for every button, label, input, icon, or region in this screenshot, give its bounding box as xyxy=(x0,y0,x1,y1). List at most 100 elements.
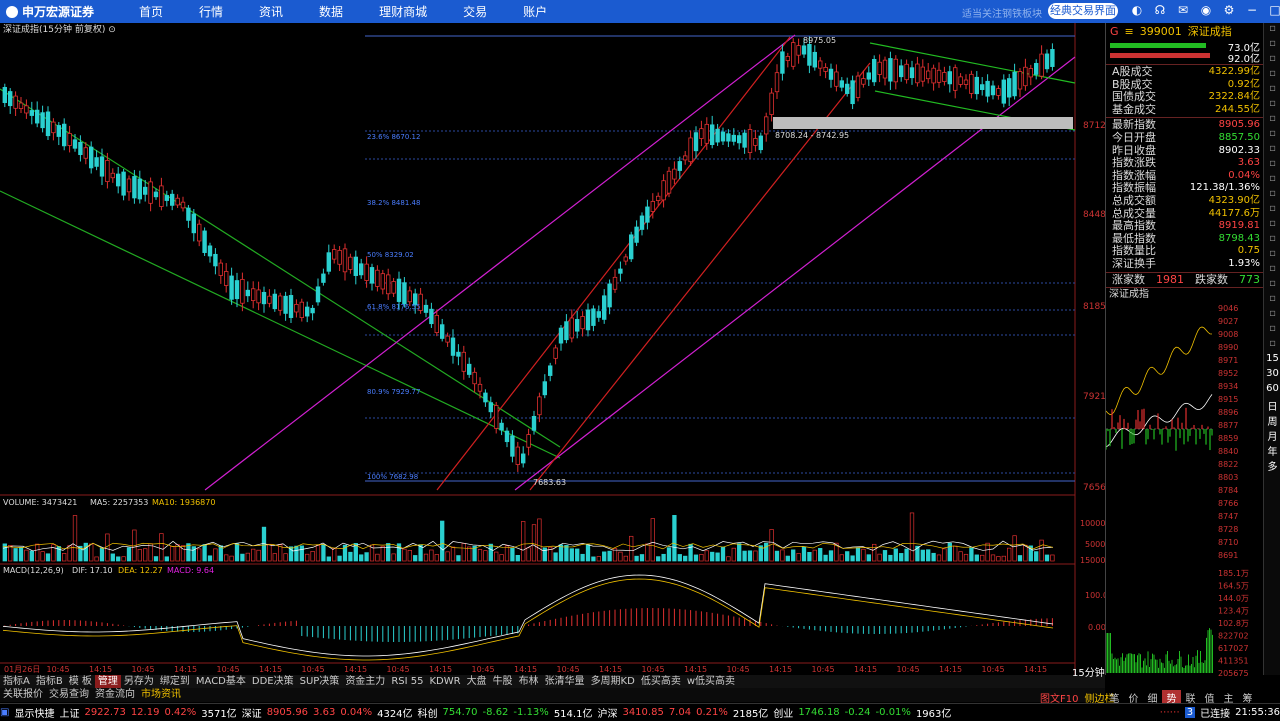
ticker-tip[interactable]: 适当关注钢铁板块 xyxy=(962,5,1042,20)
right-panel-tab[interactable]: 主 xyxy=(1219,690,1238,705)
tool-icon[interactable]: ▫ xyxy=(1264,308,1280,323)
candle xyxy=(299,301,304,318)
classic-trade-button[interactable]: 经典交易界面 xyxy=(1048,3,1118,19)
indicator-tab[interactable]: 管理 xyxy=(94,675,121,688)
candle xyxy=(407,290,412,303)
indicator-tab[interactable]: 模 板 xyxy=(66,675,95,688)
tool-icon[interactable]: ▫ xyxy=(1264,263,1280,278)
period-button[interactable]: 30 xyxy=(1264,368,1280,383)
time-tick: 10:45 xyxy=(727,665,750,674)
tool-icon[interactable]: ▫ xyxy=(1264,128,1280,143)
right-panel-tab[interactable]: 联 xyxy=(1181,690,1200,705)
tool-icon[interactable]: ▫ xyxy=(1264,38,1280,53)
app-logo-icon[interactable]: ▣ xyxy=(0,707,9,718)
indicator-tab[interactable]: 布林 xyxy=(516,675,542,688)
tool-icon[interactable]: ▫ xyxy=(1264,233,1280,248)
menu-item[interactable]: 账户 xyxy=(505,3,565,20)
period-button[interactable]: 15 xyxy=(1264,353,1280,368)
menu-item[interactable]: 理财商城 xyxy=(361,3,445,20)
menu-item[interactable]: 交易 xyxy=(445,3,505,20)
tool-icon[interactable]: ▫ xyxy=(1264,23,1280,38)
period-button[interactable]: 日 xyxy=(1264,398,1280,413)
indicator-tab[interactable]: 牛股 xyxy=(490,675,516,688)
indicator-tab[interactable]: 指标B xyxy=(33,675,66,688)
candle xyxy=(926,70,931,80)
indicator-tab[interactable]: 低买高卖 xyxy=(638,675,684,688)
bottom-tab[interactable]: 资金流向 xyxy=(92,688,138,702)
right-panel-tab[interactable]: 笔 xyxy=(1105,690,1124,705)
period-button[interactable]: 60 xyxy=(1264,383,1280,398)
volume-bar xyxy=(618,551,623,562)
time-tick: 10:45 xyxy=(302,665,325,674)
indicator-tab[interactable]: KDWR xyxy=(426,675,463,688)
intraday-mini-chart[interactable]: 9046 9027 9008 8990 8971 8952 8934 8915 8896 8877… xyxy=(1105,301,1263,681)
tool-icon[interactable]: ▫ xyxy=(1264,188,1280,203)
right-panel-tab[interactable]: 价 xyxy=(1124,690,1143,705)
candle xyxy=(720,131,726,142)
indicator-tab[interactable]: RSI 55 xyxy=(388,675,426,688)
indicator-tab[interactable]: 张清华量 xyxy=(542,675,588,688)
tool-icon[interactable]: ▫ xyxy=(1264,278,1280,293)
mail-icon[interactable]: ✉ xyxy=(1176,3,1190,17)
period-label[interactable]: 15分钟 xyxy=(1072,664,1105,679)
tool-icon[interactable]: ▫ xyxy=(1264,53,1280,68)
right-panel-tab[interactable]: 势 xyxy=(1162,690,1181,705)
tool-icon[interactable]: ▫ xyxy=(1264,68,1280,83)
menu-item[interactable]: 数据 xyxy=(301,3,361,20)
minimize-icon[interactable]: − xyxy=(1245,3,1259,17)
brand-logo[interactable]: 申万宏源证券 xyxy=(0,3,121,20)
right-panel-tab[interactable]: 值 xyxy=(1200,690,1219,705)
tool-icon[interactable]: ▫ xyxy=(1264,158,1280,173)
bottom-tab[interactable]: 关联报价 xyxy=(0,688,46,702)
tool-icon[interactable]: ▫ xyxy=(1264,98,1280,113)
bottom-tab[interactable]: 交易查询 xyxy=(46,688,92,702)
maximize-icon[interactable]: □ xyxy=(1268,3,1280,17)
alert-icon[interactable]: ◉ xyxy=(1199,3,1213,17)
bottom-tab[interactable]: 市场资讯 xyxy=(138,688,184,702)
tool-icon[interactable]: ▫ xyxy=(1264,338,1280,353)
menu-item[interactable]: 资讯 xyxy=(241,3,301,20)
menu-icon[interactable]: ≡ xyxy=(1125,25,1134,38)
tool-icon[interactable]: ▫ xyxy=(1264,173,1280,188)
tool-icon[interactable]: ▫ xyxy=(1264,203,1280,218)
right-panel-tab[interactable]: 细 xyxy=(1143,690,1162,705)
indicator-tab[interactable]: 另存为 xyxy=(121,675,157,688)
tool-icon[interactable]: ▫ xyxy=(1264,83,1280,98)
right-panel-tab[interactable]: 筹 xyxy=(1238,690,1257,705)
tool-icon[interactable]: ▫ xyxy=(1264,323,1280,338)
tool-icon[interactable]: ▫ xyxy=(1264,143,1280,158)
tool-icon[interactable]: ▫ xyxy=(1264,218,1280,233)
menu-item[interactable]: 行情 xyxy=(181,3,241,20)
headset-icon[interactable]: ☊ xyxy=(1153,3,1167,17)
candle xyxy=(537,396,542,416)
tool-icon[interactable]: ▫ xyxy=(1264,248,1280,263)
mini-chart-title: 深证成指 xyxy=(1109,289,1149,301)
indicator-tab[interactable]: w低买高卖 xyxy=(684,675,738,688)
news-ticker-icon[interactable]: ⋯⋯ xyxy=(1160,707,1180,718)
indicator-tab[interactable]: SUP决策 xyxy=(297,675,343,688)
candle xyxy=(812,51,817,68)
settings-icon[interactable]: ⚙ xyxy=(1222,3,1236,17)
candle xyxy=(29,110,34,116)
tool-icon[interactable]: ▫ xyxy=(1264,293,1280,308)
menu-item[interactable]: 首页 xyxy=(121,3,181,20)
skin-icon[interactable]: ◐ xyxy=(1130,3,1144,17)
indicator-tab[interactable]: 多周期KD xyxy=(588,675,638,688)
indicator-tab[interactable]: MACD基本 xyxy=(193,675,249,688)
shortcut-toggle[interactable]: 显示快捷 xyxy=(14,705,54,720)
period-button[interactable]: 月 xyxy=(1264,428,1280,443)
candle xyxy=(990,85,996,96)
tool-icon[interactable]: ▫ xyxy=(1264,113,1280,128)
period-button[interactable]: 年 xyxy=(1264,443,1280,458)
indicator-tab[interactable]: 指标A xyxy=(0,675,33,688)
indicator-tab[interactable]: 大盘 xyxy=(464,675,490,688)
volume-bar xyxy=(818,548,823,562)
period-button[interactable]: 周 xyxy=(1264,413,1280,428)
period-button[interactable]: 多 xyxy=(1264,458,1280,473)
indicator-tab[interactable]: DDE决策 xyxy=(249,675,297,688)
indicator-tab[interactable]: 绑定到 xyxy=(157,675,193,688)
indicator-tab[interactable]: 资金主力 xyxy=(342,675,388,688)
kline-chart-area[interactable]: 8712 8448 8185 7921 7656 10000 5000 15000 100.0 0… xyxy=(0,23,1105,675)
volume-bar xyxy=(1001,555,1006,562)
buy-sell-bars: 73.0亿 92.0亿 xyxy=(1106,39,1264,65)
